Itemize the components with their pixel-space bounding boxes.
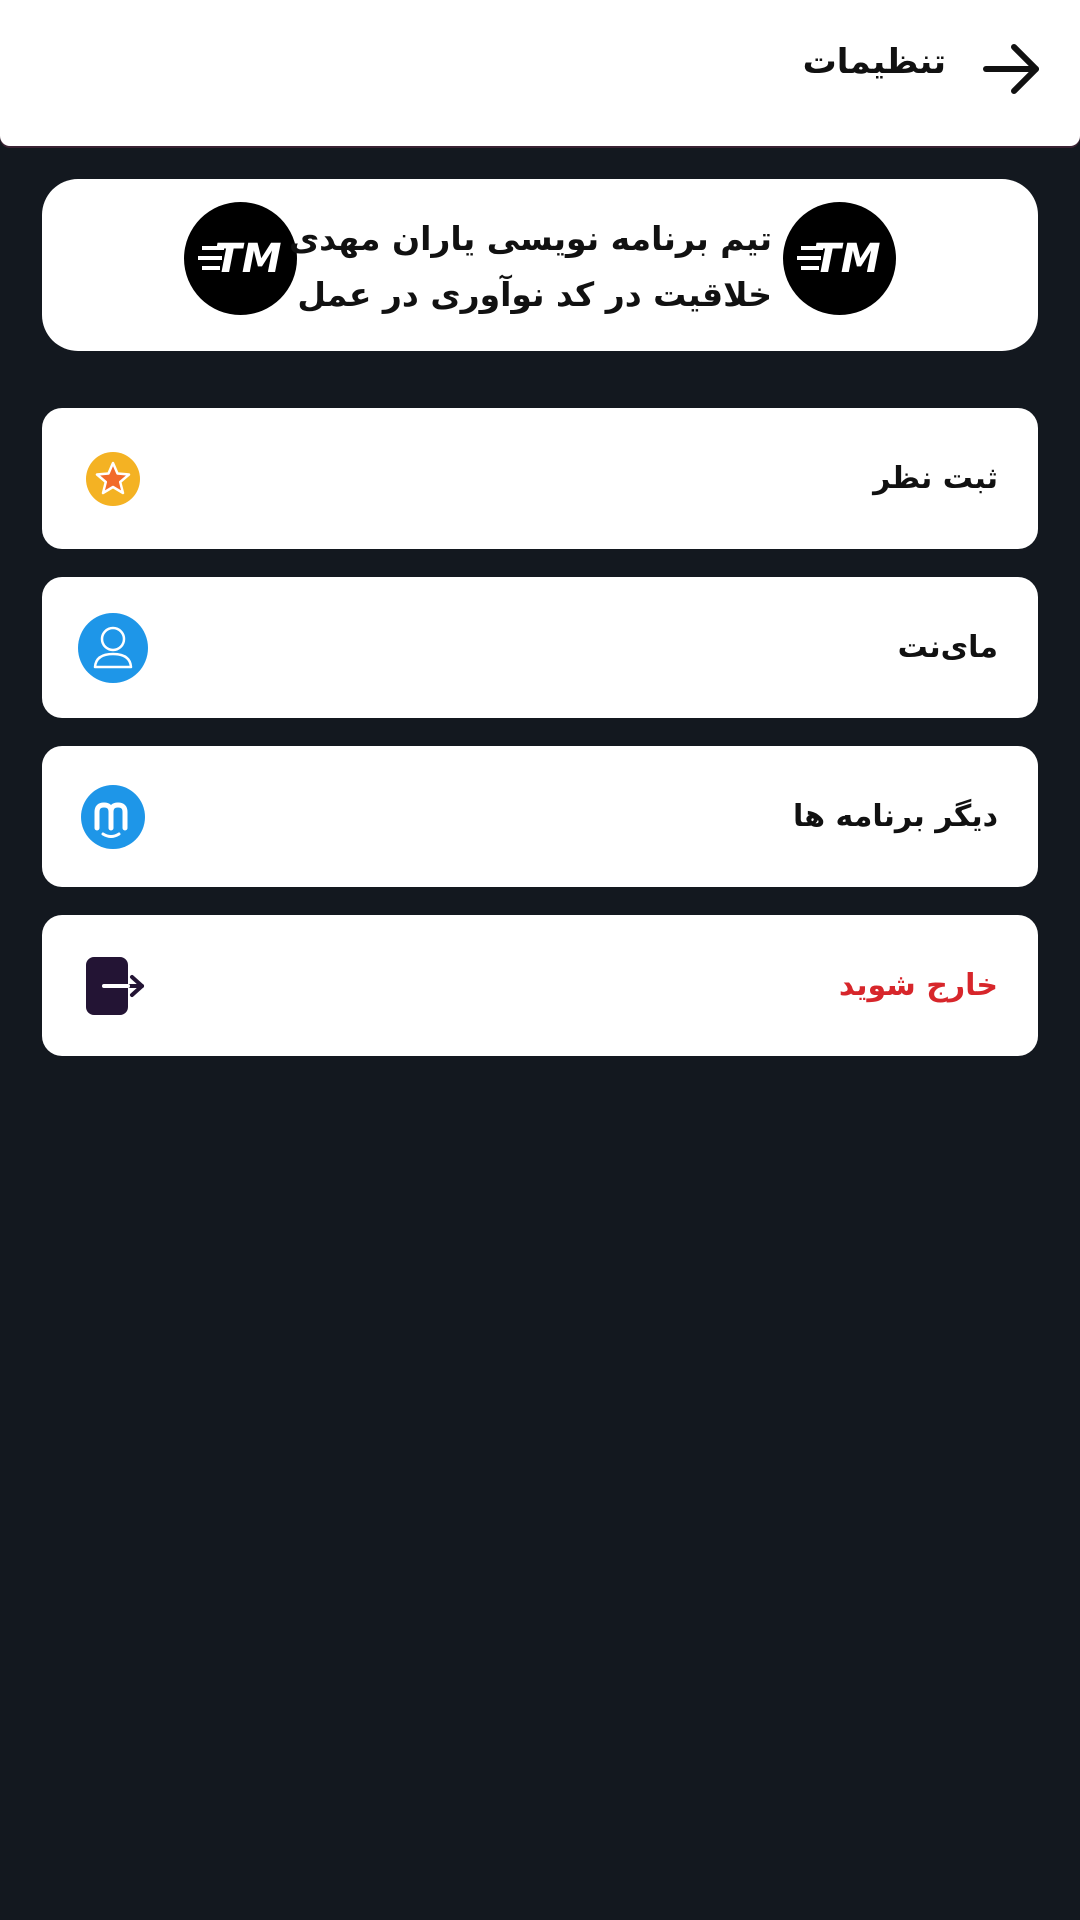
svg-text:TM: TM [214,236,281,282]
menu-label: خارج شوید [838,968,998,1003]
logout-icon [86,957,144,1015]
team-logo-icon: TM [783,202,896,315]
menu-label: مای‌نت [897,630,998,665]
arrow-right-icon [983,44,1039,94]
back-button[interactable] [980,40,1044,98]
star-icon [86,452,140,506]
menu-label: ثبت نظر [873,461,998,496]
user-icon [78,613,148,683]
banner-text: تیم برنامه نویسی یاران مهدی خلاقیت در کد… [288,211,772,323]
banner-line-1: تیم برنامه نویسی یاران مهدی [288,219,772,258]
myket-icon [81,785,145,849]
menu-label: دیگر برنامه ها [793,799,998,834]
page-title: تنظیمات [802,42,946,82]
app-bar: تنظیمات [0,0,1080,146]
menu-item-rate[interactable]: ثبت نظر [42,408,1038,549]
menu-item-logout[interactable]: خارج شوید [42,915,1038,1056]
team-banner: TM تیم برنامه نویسی یاران مهدی خلاقیت در… [42,179,1038,351]
team-logo-icon: TM [184,202,297,315]
menu-item-mynet[interactable]: مای‌نت [42,577,1038,718]
banner-line-2: خلاقیت در کد نوآوری در عمل [297,275,772,314]
svg-text:TM: TM [813,236,880,282]
menu-item-other-apps[interactable]: دیگر برنامه ها [42,746,1038,887]
